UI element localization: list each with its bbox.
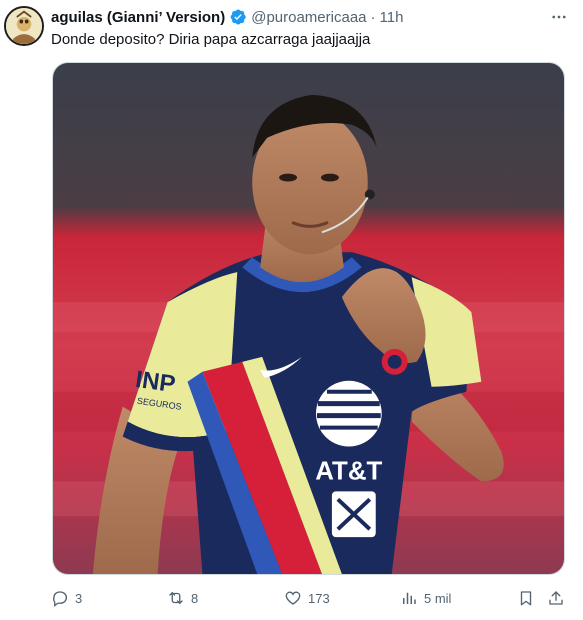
user-handle[interactable]: @puroamericaaa <box>251 9 366 26</box>
bookmark-button[interactable] <box>517 586 535 610</box>
like-icon <box>285 591 301 605</box>
bookmark-icon <box>520 591 532 606</box>
views-button[interactable]: 5 mil <box>400 586 451 610</box>
jersey-sponsor-text: AT&T <box>315 457 382 485</box>
separator-dot: · <box>370 8 376 26</box>
views-icon <box>403 592 416 604</box>
repost-button[interactable]: 8 <box>167 586 198 610</box>
avatar[interactable] <box>4 6 44 46</box>
reply-count: 3 <box>75 590 83 606</box>
tweet-text: Donde deposito? Diria papa azcarraga jaa… <box>51 31 371 48</box>
display-name[interactable]: aguilas (Gianni’ Version) <box>51 9 225 26</box>
repost-count: 8 <box>191 590 199 606</box>
share-button[interactable] <box>547 586 565 610</box>
sleeve-sponsor-text: INP <box>134 366 177 398</box>
repost-icon <box>169 592 183 604</box>
tweet-photo[interactable]: AT&T INP SEGUROS <box>52 62 565 575</box>
share-icon <box>549 591 563 605</box>
like-count: 173 <box>308 590 330 606</box>
reply-button[interactable]: 3 <box>51 586 82 610</box>
reply-icon <box>53 591 68 607</box>
tweet[interactable]: aguilas (Gianni’ Version) @puroamericaaa… <box>0 0 583 620</box>
action-bar: 3 8 173 5 mil <box>51 586 571 610</box>
timestamp[interactable]: 11h <box>380 9 404 26</box>
more-icon[interactable] <box>547 5 571 29</box>
views-count: 5 mil <box>424 590 452 606</box>
verified-badge-icon <box>229 8 247 26</box>
tweet-header: aguilas (Gianni’ Version) @puroamericaaa… <box>51 7 571 27</box>
like-button[interactable]: 173 <box>284 586 330 610</box>
